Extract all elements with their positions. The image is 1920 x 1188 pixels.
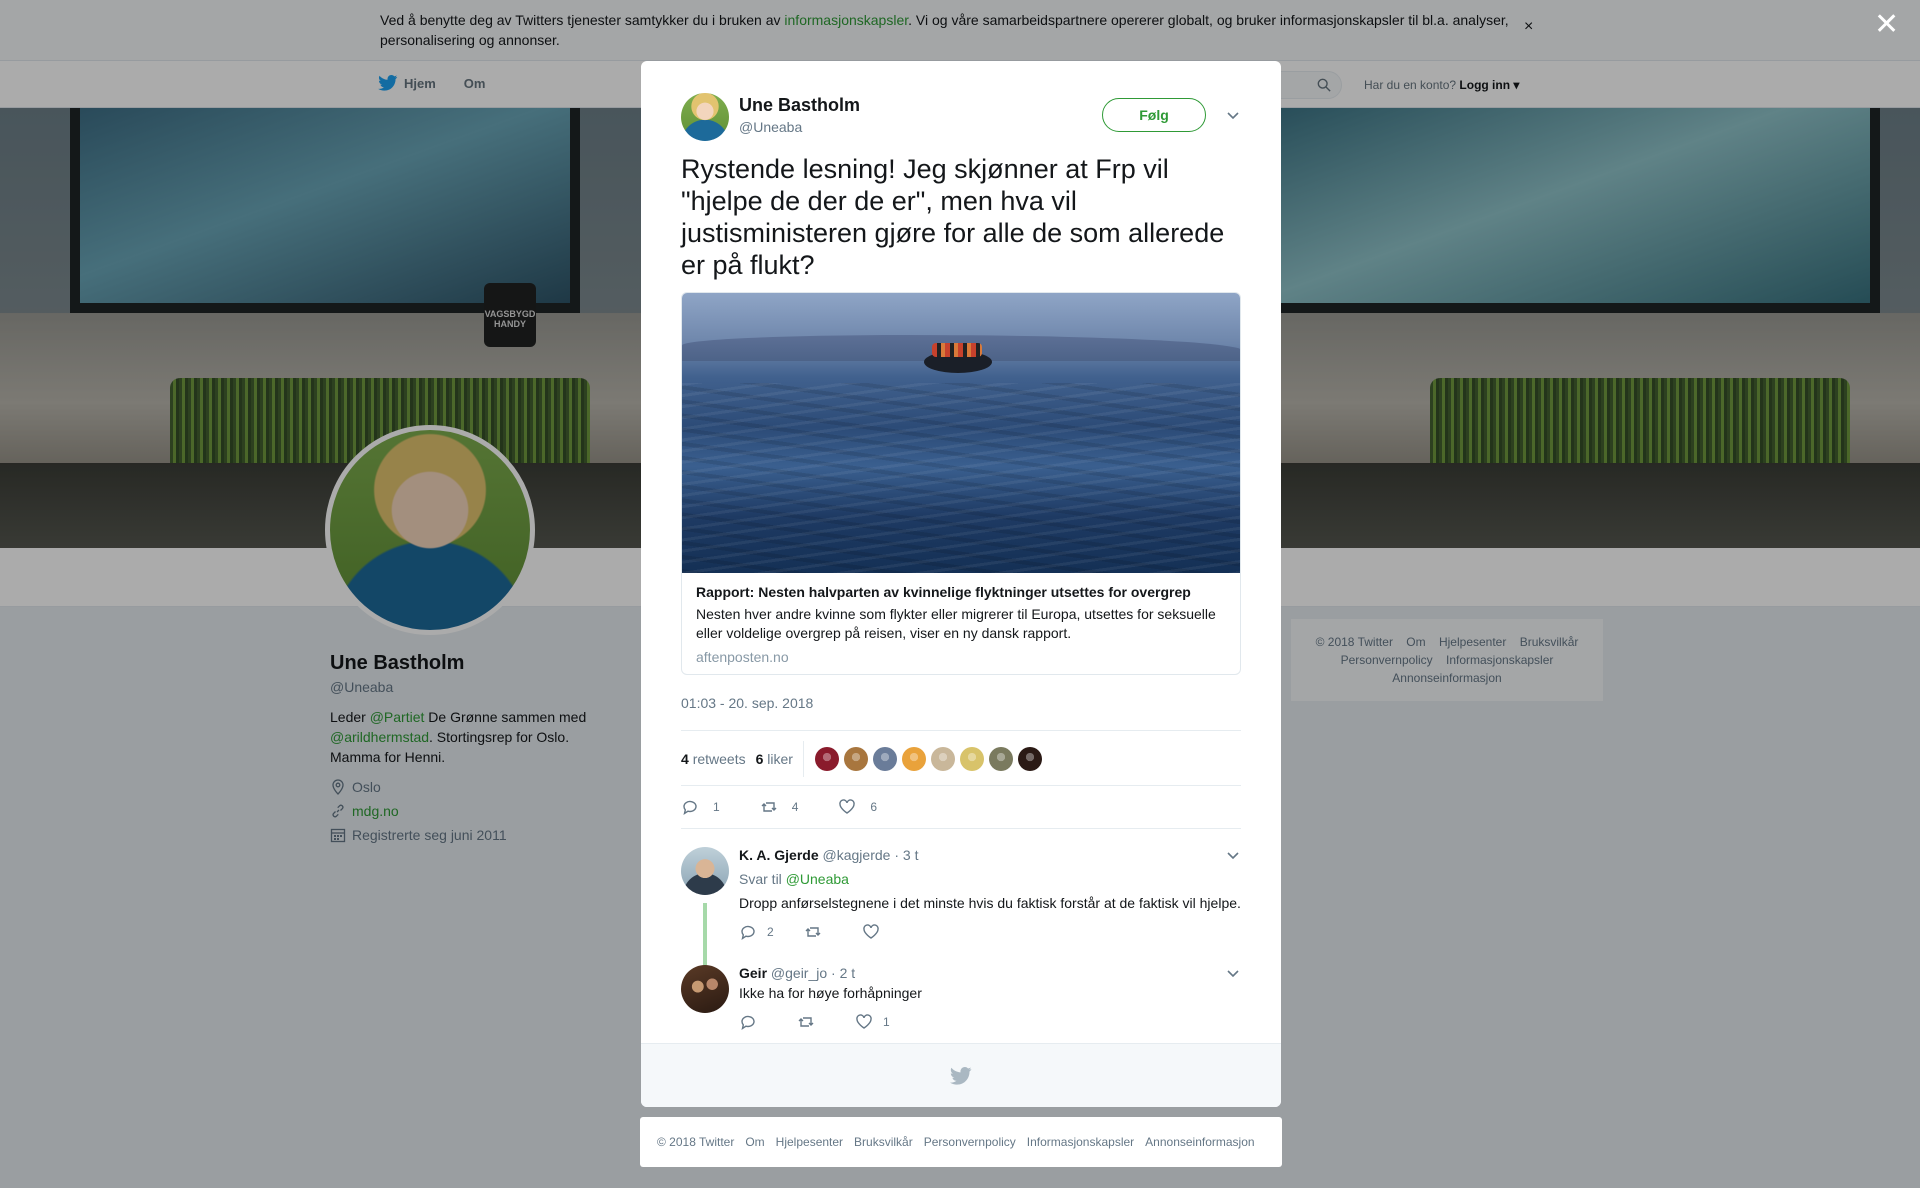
reply-author-handle[interactable]: @kagjerde [823, 847, 891, 863]
footer-link-ads[interactable]: Annonseinformasjon [1145, 1135, 1254, 1149]
reply-separator: · [827, 965, 840, 981]
retweet-button[interactable] [804, 923, 832, 941]
reply-button[interactable] [739, 1013, 767, 1031]
stats-numbers: 4 retweets 6 liker [681, 751, 793, 767]
reply-to-label: Svar til [739, 871, 786, 887]
footer-link-about[interactable]: Om [745, 1135, 764, 1149]
retweet-count: 4 [791, 799, 799, 814]
retweet-icon [761, 801, 777, 812]
reply-to: Svar til @Uneaba [739, 871, 849, 887]
like-button[interactable] [862, 923, 890, 941]
reply-to-link[interactable]: @Uneaba [786, 871, 849, 887]
reply-button[interactable]: 2 [739, 923, 774, 941]
tweet-header: Une Bastholm @Uneaba Følg [681, 93, 1241, 141]
liker-avatar[interactable] [1018, 747, 1042, 771]
heart-icon [862, 924, 879, 939]
retweets-stat[interactable]: 4 retweets [681, 751, 746, 767]
reply-icon [741, 1015, 755, 1031]
liker-avatar[interactable] [931, 747, 955, 771]
footer-link-privacy[interactable]: Personvernpolicy [924, 1135, 1016, 1149]
tweet-timestamp[interactable]: 01:03 - 20. sep. 2018 [681, 695, 813, 711]
card-description: Nesten hver andre kvinne som flykter ell… [696, 606, 1216, 641]
reply-tweet[interactable]: K. A. Gjerde @kagjerde · 3 t Svar til @U… [681, 847, 1241, 973]
avatar[interactable] [681, 93, 729, 141]
like-button[interactable]: 1 [855, 1013, 890, 1031]
card-image-boat [924, 343, 992, 373]
reply-author-handle[interactable]: @geir_jo [771, 965, 827, 981]
reply-author-name[interactable]: Geir [739, 965, 767, 981]
card-image [682, 293, 1240, 573]
retweet-icon [798, 1017, 814, 1027]
liker-avatar[interactable] [844, 747, 868, 771]
card-image-waves [682, 383, 1240, 573]
like-count: 1 [883, 1015, 890, 1029]
likes-stat[interactable]: 6 liker [756, 751, 793, 767]
chevron-down-icon[interactable] [1226, 851, 1240, 861]
retweet-icon [805, 927, 821, 937]
likes-count: 6 [755, 751, 764, 767]
stats-divider [803, 741, 804, 777]
tweet-author-name[interactable]: Une Bastholm [739, 95, 860, 116]
reply-text: Dropp anførselstegnene i det minste hvis… [739, 895, 1241, 911]
liker-avatar[interactable] [815, 747, 839, 771]
footer-link-help[interactable]: Hjelpesenter [776, 1135, 843, 1149]
reply-header: Geir @geir_jo · 2 t [739, 965, 855, 981]
like-count: 6 [870, 799, 878, 814]
footer-copyright: © 2018 Twitter [657, 1135, 735, 1149]
tweet-text: Rystende lesning! Jeg skjønner at Frp vi… [681, 154, 1225, 280]
reply-tweet[interactable]: Geir @geir_jo · 2 t Ikke ha for høye for… [681, 965, 1241, 1041]
retweet-button[interactable]: 4 [760, 798, 799, 816]
reply-header: K. A. Gjerde @kagjerde · 3 t [739, 847, 918, 863]
chevron-down-icon[interactable] [1226, 969, 1240, 979]
chevron-down-icon[interactable] [1226, 111, 1240, 121]
link-card[interactable]: Rapport: Nesten halvparten av kvinnelige… [681, 292, 1241, 675]
twitter-bird-icon [950, 1066, 972, 1085]
liker-avatar[interactable] [960, 747, 984, 771]
reply-icon [741, 925, 755, 941]
liker-avatar[interactable] [873, 747, 897, 771]
heart-icon [839, 798, 856, 814]
reply-time[interactable]: 2 t [840, 965, 856, 981]
retweets-count: 4 [681, 751, 689, 767]
reply-button[interactable]: 1 [681, 798, 720, 816]
card-body: Rapport: Nesten halvparten av kvinnelige… [682, 573, 1240, 674]
follow-button[interactable]: Følg [1102, 98, 1206, 132]
card-title: Rapport: Nesten halvparten av kvinnelige… [696, 584, 1191, 600]
avatar[interactable] [681, 965, 729, 1013]
footer-link-cookies[interactable]: Informasjonskapsler [1027, 1135, 1134, 1149]
likes-label: liker [767, 751, 793, 767]
retweets-label: retweets [692, 751, 746, 767]
liker-avatar[interactable] [989, 747, 1013, 771]
reply-icon [683, 800, 697, 815]
retweet-button[interactable] [797, 1013, 825, 1031]
reply-separator: · [890, 847, 903, 863]
reply-author-name[interactable]: K. A. Gjerde [739, 847, 819, 863]
reply-actions: 2 [739, 923, 920, 941]
tweet-stats: 4 retweets 6 liker [681, 730, 1241, 786]
thread-line [703, 903, 707, 973]
tweet-author-handle[interactable]: @Uneaba [739, 119, 802, 135]
heart-icon [856, 1014, 872, 1029]
liker-avatar[interactable] [902, 747, 926, 771]
reply-count: 2 [767, 925, 774, 939]
tweet-actions: 1 4 6 [681, 785, 1241, 829]
reply-actions: 1 [739, 1013, 920, 1031]
modal-bottom-footer: © 2018 Twitter Om Hjelpesenter Bruksvilk… [640, 1117, 1282, 1167]
like-button[interactable]: 6 [838, 798, 877, 816]
reply-count: 1 [713, 799, 720, 814]
reply-time[interactable]: 3 t [903, 847, 919, 863]
avatar[interactable] [681, 847, 729, 895]
close-icon[interactable]: ✕ [1874, 10, 1899, 40]
liker-avatars [815, 747, 1042, 771]
card-domain: aftenposten.no [696, 649, 789, 665]
tweet-modal: Une Bastholm @Uneaba Følg Rystende lesni… [641, 61, 1281, 1107]
reply-text: Ikke ha for høye forhåpninger [739, 985, 922, 1001]
footer-link-terms[interactable]: Bruksvilkår [854, 1135, 913, 1149]
modal-footer [641, 1043, 1281, 1107]
